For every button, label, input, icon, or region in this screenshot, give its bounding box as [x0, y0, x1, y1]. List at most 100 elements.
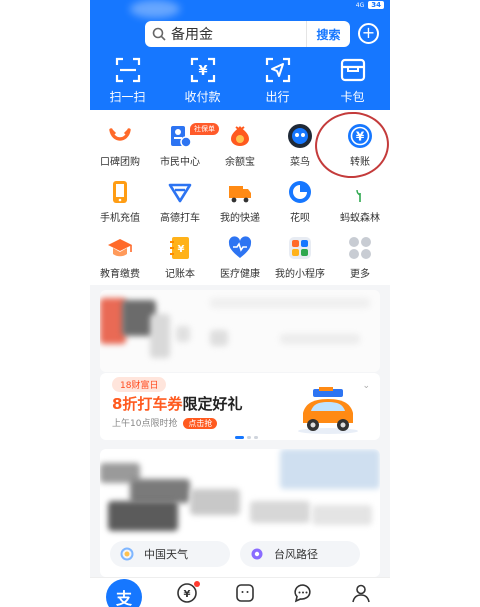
blur-block	[210, 330, 228, 346]
svg-text:¥: ¥	[356, 130, 365, 144]
blur-block	[176, 326, 190, 342]
blur-block	[190, 489, 240, 515]
service-grid: 口碑团购 社保单 市民中心 余额宝 菜鸟 ¥ 转账 手机充值 高德打车 我的快递…	[90, 110, 390, 285]
promo-subtitle: 上午10点限时抢	[112, 419, 178, 429]
blur-block	[130, 479, 190, 503]
header-decoration	[130, 0, 180, 18]
promo-title-rest: 限定好礼	[182, 395, 243, 413]
huabei-icon	[286, 178, 314, 206]
action-pay-label: 收付款	[184, 90, 221, 104]
service-label: 我的快递	[220, 213, 260, 224]
notification-dot	[194, 580, 200, 587]
blur-block	[280, 449, 380, 489]
promo-subtitle-row: 上午10点限时抢 点击抢	[112, 416, 218, 429]
travel-icon	[265, 57, 290, 83]
express-icon	[226, 178, 254, 206]
action-cards-label: 卡包	[340, 90, 365, 104]
news-pill-label: 中国天气	[144, 548, 188, 561]
mini-program-icon	[286, 234, 314, 262]
education-icon	[106, 234, 134, 262]
tab-koubei[interactable]	[232, 580, 258, 606]
service-koubei[interactable]: 口碑团购	[90, 122, 150, 168]
action-pay[interactable]: ¥ 收付款	[165, 56, 240, 105]
tab-wealth[interactable]: ¥	[174, 580, 200, 606]
service-cainiao[interactable]: 菜鸟	[270, 122, 330, 168]
wealth-icon-label: ¥	[184, 589, 191, 600]
payment-code-icon: ¥	[190, 57, 215, 83]
service-education[interactable]: 教育缴费	[90, 234, 150, 280]
health-icon	[226, 234, 254, 262]
promo-tag: 18财富日	[112, 377, 167, 392]
typhoon-icon	[251, 548, 263, 560]
promo-title-highlight: 8折打车券	[112, 395, 183, 413]
service-yuebao[interactable]: 余额宝	[210, 122, 270, 168]
tab-profile[interactable]	[348, 580, 374, 606]
service-amap-taxi[interactable]: 高德打车	[150, 178, 210, 224]
service-transfer[interactable]: ¥ 转账	[330, 122, 390, 168]
service-row-3: 教育缴费 ¥ 记账本 医疗健康 我的小程序 更多	[90, 234, 390, 280]
news-card[interactable]: 中国天气 台风路径	[100, 449, 380, 577]
carousel-indicator	[235, 436, 258, 439]
service-label: 蚂蚁森林	[340, 213, 380, 224]
action-cards[interactable]: 卡包	[315, 56, 390, 105]
blur-block	[312, 505, 372, 525]
action-scan-label: 扫一扫	[109, 90, 146, 104]
yuebao-icon	[226, 122, 254, 150]
chevron-down-icon[interactable]: ⌄	[362, 381, 370, 391]
search-button[interactable]: 搜索	[306, 21, 350, 47]
news-pill-label: 台风路径	[274, 548, 318, 561]
koubei-icon	[106, 122, 134, 150]
service-label: 高德打车	[160, 213, 200, 224]
tab-messages[interactable]	[290, 580, 316, 606]
service-label: 转账	[350, 157, 370, 168]
alipay-home-icon: 支	[115, 588, 132, 607]
service-ant-forest[interactable]: 蚂蚁森林	[330, 178, 390, 224]
promo-grab-button[interactable]: 点击抢	[183, 418, 218, 429]
service-huabei[interactable]: 花呗	[270, 178, 330, 224]
service-health[interactable]: 医疗健康	[210, 234, 270, 280]
service-label: 记账本	[165, 269, 195, 280]
service-phone-recharge[interactable]: 手机充值	[90, 178, 150, 224]
cainiao-icon	[286, 122, 314, 150]
service-ledger[interactable]: ¥ 记账本	[150, 234, 210, 280]
search-bar[interactable]: 备用金 搜索	[145, 21, 350, 47]
blurred-content-card[interactable]	[100, 290, 380, 372]
news-pill-typhoon[interactable]: 台风路径	[240, 541, 360, 567]
transfer-icon: ¥	[346, 122, 374, 150]
service-label: 市民中心	[160, 157, 200, 168]
status-bar: 4G 34	[356, 1, 384, 9]
svg-text:¥: ¥	[178, 244, 185, 255]
service-mini-program[interactable]: 我的小程序	[270, 234, 330, 280]
network-type: 4G	[355, 1, 365, 9]
service-label: 口碑团购	[100, 157, 140, 168]
promo-card[interactable]: 18财富日 8折打车券限定好礼 上午10点限时抢 点击抢 ⌄	[100, 373, 380, 440]
add-plus-icon[interactable]: +	[358, 23, 379, 44]
header: 4G 34 备用金 搜索 + 扫一扫 ¥ 收付款 出行 卡包	[90, 0, 390, 110]
tab-home[interactable]: 支	[106, 578, 142, 607]
service-citizen-center[interactable]: 社保单 市民中心	[150, 122, 219, 168]
action-travel[interactable]: 出行	[240, 56, 315, 105]
blur-block	[280, 334, 360, 344]
quick-actions: 扫一扫 ¥ 收付款 出行 卡包	[90, 56, 390, 105]
action-scan[interactable]: 扫一扫	[90, 56, 165, 105]
svg-text:¥: ¥	[198, 64, 207, 79]
service-label: 手机充值	[100, 213, 140, 224]
service-more[interactable]: 更多	[330, 234, 390, 280]
amap-taxi-icon	[166, 178, 194, 206]
promo-title: 8折打车券限定好礼	[112, 393, 242, 414]
service-label: 菜鸟	[290, 157, 310, 168]
blur-block	[210, 298, 370, 308]
battery-level: 34	[368, 1, 384, 9]
search-input[interactable]: 备用金	[166, 24, 306, 44]
news-pill-weather[interactable]: 中国天气	[110, 541, 230, 567]
blur-block	[250, 501, 310, 523]
blur-block	[108, 501, 178, 531]
ledger-icon: ¥	[166, 234, 194, 262]
blur-block	[150, 314, 170, 358]
service-label: 更多	[350, 269, 370, 280]
ant-forest-icon	[346, 178, 374, 206]
phone-recharge-icon	[106, 178, 134, 206]
service-label: 我的小程序	[275, 269, 325, 280]
search-icon	[152, 27, 166, 41]
service-express[interactable]: 我的快递	[210, 178, 270, 224]
